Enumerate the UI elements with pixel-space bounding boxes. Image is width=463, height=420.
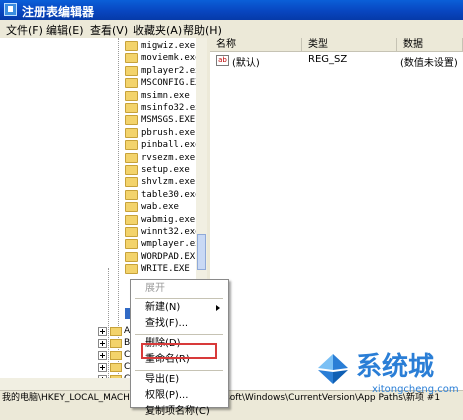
folder-icon xyxy=(110,339,122,348)
tree-item-label: shvlzm.exe xyxy=(141,177,196,188)
ctx-permissions[interactable]: 权限(P)... xyxy=(131,388,226,404)
ctx-separator xyxy=(135,370,223,371)
tree-item-label: table30.exe xyxy=(141,189,201,200)
tree-item[interactable]: msimn.exe xyxy=(0,90,196,102)
tree-item[interactable]: WRITE.EXE xyxy=(0,263,196,275)
menu-bar: 文件(F) 编辑(E) 查看(V) 收藏夹(A) 帮助(H) xyxy=(0,20,463,39)
folder-icon xyxy=(125,214,138,225)
folder-icon xyxy=(125,264,138,275)
folder-icon xyxy=(110,351,122,360)
tree-item-label: setup.exe xyxy=(141,165,190,175)
value-list[interactable]: 名称 类型 数据 ab (默认) REG_SZ (数值未设置) xyxy=(210,38,463,390)
tree-item[interactable]: wab.exe xyxy=(0,201,196,213)
menu-file[interactable]: 文件(F) xyxy=(6,22,43,38)
expand-plus-icon[interactable] xyxy=(98,339,107,348)
watermark-logo-icon xyxy=(314,350,352,386)
tree-item[interactable]: wabmig.exe xyxy=(0,214,196,226)
tree-item[interactable]: moviemk.exe xyxy=(0,52,201,64)
tree-item[interactable]: WORDPAD.EXE xyxy=(0,251,201,263)
tree-item-label: migwiz.exe xyxy=(141,41,196,51)
ctx-copy-key-name[interactable]: 复制项名称(C) xyxy=(131,404,226,420)
expand-plus-icon[interactable] xyxy=(98,327,107,336)
tree-item-label: winnt32.exe xyxy=(141,227,201,237)
menu-help[interactable]: 帮助(H) xyxy=(183,22,222,38)
tree-item[interactable]: pbrush.exe xyxy=(0,127,196,139)
tree-item-label: wab.exe xyxy=(141,202,179,213)
folder-icon xyxy=(125,90,138,101)
tree-item[interactable]: mplayer2.exe xyxy=(0,65,206,77)
ctx-separator xyxy=(135,334,223,335)
tree-item-label: MSMSGS.EXE xyxy=(141,115,196,126)
menu-favorites[interactable]: 收藏夹(A) xyxy=(133,22,182,38)
context-menu: 展开 新建(N) 查找(F)... 删除(D) 重命名(R) 导出(E) 权限(… xyxy=(130,279,229,417)
tree-item[interactable]: pinball.exe xyxy=(0,139,201,151)
folder-icon xyxy=(125,227,138,237)
tree-item[interactable]: msinfo32.exe xyxy=(0,102,206,114)
folder-icon xyxy=(125,65,138,76)
tree-item[interactable]: winnt32.exe xyxy=(0,226,201,238)
watermark-text: 系统城 xyxy=(356,352,435,382)
column-header-data[interactable]: 数据 xyxy=(397,38,463,52)
folder-icon xyxy=(125,41,138,51)
expand-plus-icon[interactable] xyxy=(98,363,107,372)
ctx-expand[interactable]: 展开 xyxy=(131,281,226,297)
string-value-icon: ab xyxy=(216,55,229,66)
value-name: (默认) xyxy=(232,58,260,69)
tree-item[interactable]: table30.exe xyxy=(0,189,201,201)
value-data: (数值未设置) xyxy=(400,58,458,69)
folder-icon xyxy=(125,165,138,175)
folder-icon xyxy=(110,327,122,336)
title-bar: 注册表编辑器 xyxy=(0,0,463,20)
value-row[interactable]: ab (默认) REG_SZ (数值未设置) xyxy=(210,54,463,69)
tree-item[interactable]: MSCONFIG.EXE xyxy=(0,77,206,89)
value-type: REG_SZ xyxy=(308,54,348,65)
scroll-thumb[interactable] xyxy=(197,234,206,270)
folder-icon xyxy=(125,103,138,113)
menu-edit[interactable]: 编辑(E) xyxy=(46,22,84,38)
tree-item[interactable]: setup.exe xyxy=(0,164,196,176)
tree-item-label: WRITE.EXE xyxy=(141,264,190,275)
folder-icon xyxy=(110,363,122,372)
client-area: migwiz.exe moviemk.exe mplayer2.exe MSCONFI… xyxy=(0,38,463,390)
regedit-icon xyxy=(4,3,17,16)
expand-plus-icon[interactable] xyxy=(98,351,107,360)
folder-icon xyxy=(125,189,138,200)
rename-highlight-box xyxy=(141,343,217,359)
folder-icon xyxy=(125,251,138,262)
menu-view[interactable]: 查看(V) xyxy=(90,22,128,38)
tree-item-label: pinball.exe xyxy=(141,140,201,151)
folder-icon xyxy=(125,78,138,89)
tree-item-label: WORDPAD.EXE xyxy=(141,251,201,262)
watermark-url: xitongcheng.com xyxy=(372,384,459,395)
folder-icon xyxy=(125,202,138,213)
tree-item[interactable]: shvlzm.exe xyxy=(0,176,196,188)
folder-icon xyxy=(125,239,138,250)
ctx-new[interactable]: 新建(N) xyxy=(131,300,226,316)
folder-icon xyxy=(125,140,138,151)
tree-item-label: rvsezm.exe xyxy=(141,152,196,163)
tree-item-label: wabmig.exe xyxy=(141,214,196,225)
ctx-export[interactable]: 导出(E) xyxy=(131,372,226,388)
window-title: 注册表编辑器 xyxy=(22,5,95,19)
watermark: 系统城 xitongcheng.com xyxy=(312,340,463,406)
ctx-new-label: 新建(N) xyxy=(145,302,181,313)
tree-item[interactable]: rvsezm.exe xyxy=(0,152,196,164)
folder-icon xyxy=(125,53,138,64)
column-header-name[interactable]: 名称 xyxy=(210,38,302,52)
folder-icon xyxy=(125,177,138,188)
tree-item-label: moviemk.exe xyxy=(141,53,201,64)
tree-item[interactable]: migwiz.exe xyxy=(0,40,196,52)
submenu-arrow-icon xyxy=(216,305,220,311)
folder-icon xyxy=(125,127,138,138)
tree-item[interactable]: wmplayer.exe xyxy=(0,238,206,250)
ctx-find[interactable]: 查找(F)... xyxy=(131,316,226,332)
folder-icon xyxy=(125,152,138,163)
folder-icon xyxy=(125,115,138,126)
tree-item-label: pbrush.exe xyxy=(141,127,196,138)
column-header-type[interactable]: 类型 xyxy=(302,38,397,52)
tree-item[interactable]: MSMSGS.EXE xyxy=(0,114,196,126)
ctx-separator xyxy=(135,298,223,299)
tree-item-label: msimn.exe xyxy=(141,90,190,101)
